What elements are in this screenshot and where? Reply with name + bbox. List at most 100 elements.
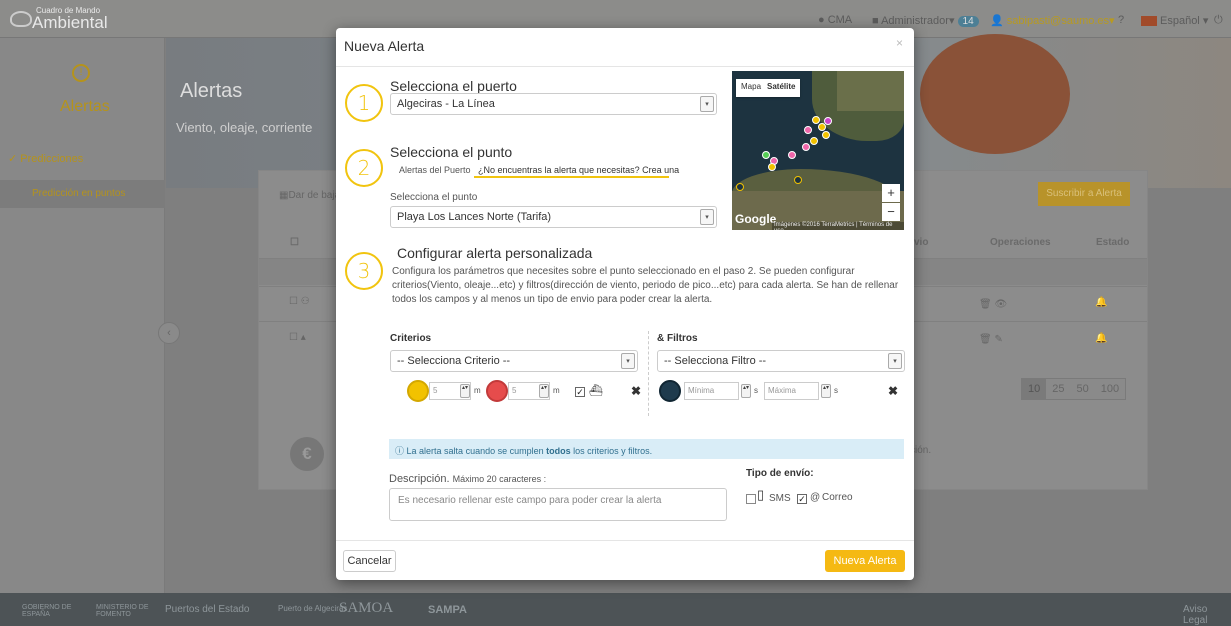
google-logo: Google	[735, 212, 777, 226]
map-marker[interactable]	[762, 151, 770, 159]
map-type-map[interactable]: Mapa	[741, 82, 761, 91]
map-marker[interactable]	[824, 117, 832, 125]
row-checkbox[interactable]: ☐ ▴	[289, 332, 306, 343]
wave-height-yellow-icon	[407, 380, 429, 402]
map-marker[interactable]	[802, 143, 810, 151]
legal-link[interactable]: Aviso Legal	[1183, 604, 1231, 626]
sidebar-item-prediccion[interactable]: Predicción en puntos	[0, 180, 165, 208]
bell-icon[interactable]: 🔔	[1095, 333, 1107, 344]
help-link[interactable]: ?	[1118, 14, 1124, 26]
page-title: Alertas	[180, 80, 243, 102]
euro-icon: €	[290, 437, 324, 471]
nav-user[interactable]: 👤 sabipasti@saumo.es▾	[990, 14, 1115, 27]
info-prefix: La alerta salta cuando se cumplen	[406, 446, 547, 456]
map-marker[interactable]	[788, 151, 796, 159]
column-divider	[648, 331, 649, 416]
stepper-icon[interactable]: ▴▾	[821, 384, 831, 398]
row-actions[interactable]: 🗑 👁	[979, 299, 1007, 310]
filters-heading: & Filtros	[657, 333, 698, 344]
header-checkbox[interactable]: ☐	[290, 237, 299, 248]
sms-label: SMS	[769, 493, 791, 504]
power-icon[interactable]: ⏻	[1214, 14, 1223, 27]
map-marker[interactable]	[768, 163, 776, 171]
cancel-button[interactable]: Cancelar	[343, 550, 396, 572]
zoom-out-button[interactable]: −	[882, 203, 900, 221]
step-3-heading: Configurar alerta personalizada	[397, 245, 593, 261]
page-size-50[interactable]: 50	[1071, 379, 1095, 399]
row-actions[interactable]: 🗑 ✎	[979, 334, 1003, 345]
step-2-heading: Selecciona el punto	[390, 144, 513, 160]
page-size-10[interactable]: 10	[1022, 379, 1047, 399]
sms-checkbox[interactable]	[746, 494, 756, 504]
boat-icon: ⛴	[589, 385, 603, 397]
bell-icon[interactable]: 🔔	[1095, 297, 1107, 308]
map-attribution[interactable]: Imágenes ©2016 TerraMetrics | Términos d…	[772, 222, 904, 230]
description-textarea[interactable]: Es necesario rellenar este campo para po…	[389, 488, 727, 521]
filter-min-input[interactable]: Mínima	[684, 382, 739, 400]
stepper-icon[interactable]: ▴▾	[741, 384, 751, 398]
divider	[336, 66, 914, 67]
filter-select[interactable]: -- Selecciona Filtro -- ▾	[657, 350, 905, 372]
map-marker[interactable]	[736, 183, 744, 191]
at-icon: @	[810, 492, 821, 503]
map-land	[837, 71, 904, 111]
subscribe-button[interactable]: Suscribir a Alerta	[1038, 182, 1130, 206]
footer-sampa[interactable]: SAMPA	[428, 604, 467, 616]
collapse-sidebar-button[interactable]: ‹	[158, 322, 180, 344]
criteria-select-value: -- Selecciona Criterio --	[397, 355, 511, 367]
page-size-selector[interactable]: 10 25 50 100	[1021, 378, 1127, 400]
col-operations[interactable]: Operaciones	[990, 237, 1051, 248]
map-type-satellite[interactable]: Satélite	[767, 82, 795, 91]
remove-filter-icon[interactable]: ✖	[888, 384, 898, 398]
col-state[interactable]: Estado	[1096, 237, 1129, 248]
zoom-in-button[interactable]: +	[882, 184, 900, 202]
nav-cma[interactable]: ● CMA	[818, 14, 852, 26]
page-size-25[interactable]: 25	[1046, 379, 1070, 399]
criteria-unit-1: m	[474, 386, 481, 395]
tab-port-alerts[interactable]: Alertas del Puerto	[399, 165, 471, 175]
chevron-down-icon: ▾	[700, 96, 714, 112]
remove-criteria-icon[interactable]: ✖	[631, 384, 641, 398]
footer-ministerio[interactable]: MINISTERIO DE FOMENTO	[96, 604, 154, 618]
create-alert-button[interactable]: Nueva Alerta	[825, 550, 905, 572]
logo-icon	[10, 11, 32, 27]
sidebar-group-predicciones[interactable]: ✓ Predicciones	[0, 152, 165, 172]
filter-max-input[interactable]: Máxima	[764, 382, 819, 400]
col-envio[interactable]: vio	[914, 237, 928, 248]
flag-es-icon	[1141, 16, 1157, 27]
page-size-100[interactable]: 100	[1095, 379, 1125, 399]
close-icon[interactable]: ×	[896, 36, 903, 50]
point-select-label: Selecciona el punto	[390, 192, 478, 203]
bulk-action[interactable]: ▦Dar de baja	[279, 190, 340, 201]
stepper-icon[interactable]: ▴▾	[460, 384, 470, 398]
chevron-down-icon: ▾	[888, 353, 902, 369]
criteria-checkbox[interactable]: ✓	[575, 387, 585, 397]
language-select[interactable]: Español ▾	[1141, 14, 1208, 27]
chevron-down-icon: ▾	[700, 209, 714, 225]
active-tab-underline	[474, 176, 669, 178]
map-view[interactable]: Mapa Satélite + − Google Imágenes ©2016 T…	[732, 71, 904, 230]
tab-create-alert[interactable]: ¿No encuentras la alerta que necesitas? …	[478, 165, 679, 175]
map-type-control[interactable]: Mapa Satélite	[736, 79, 801, 97]
nav-admin[interactable]: ■ Administrador▾ 14	[872, 14, 979, 27]
info-suffix: los criterios y filtros.	[570, 446, 653, 456]
point-select[interactable]: Playa Los Lances Norte (Tarifa) ▾	[390, 206, 717, 228]
footer-algeciras[interactable]: Puerto de Algeciras	[278, 604, 347, 613]
footer-samoa[interactable]: SAMOA	[339, 600, 393, 617]
criteria-unit-2: m	[553, 386, 560, 395]
app-logo[interactable]: Cuadro de Mando Ambiental	[10, 6, 108, 33]
map-marker[interactable]	[804, 126, 812, 134]
footer-gobierno[interactable]: GOBIERNO DE ESPAÑA	[22, 604, 82, 618]
step-3-badge: 3	[345, 252, 383, 290]
criteria-select[interactable]: -- Selecciona Criterio -- ▾	[390, 350, 638, 372]
port-select[interactable]: Algeciras - La Línea ▾	[390, 93, 717, 115]
map-marker[interactable]	[822, 131, 830, 139]
row-checkbox[interactable]: ☐ ⚇	[289, 296, 310, 307]
footer-puertos[interactable]: Puertos del Estado	[165, 604, 250, 615]
map-marker[interactable]	[794, 176, 802, 184]
sidebar	[0, 38, 165, 593]
filter-select-value: -- Selecciona Filtro --	[664, 355, 767, 367]
email-checkbox[interactable]: ✓	[797, 494, 807, 504]
stepper-icon[interactable]: ▴▾	[539, 384, 549, 398]
map-marker[interactable]	[810, 137, 818, 145]
